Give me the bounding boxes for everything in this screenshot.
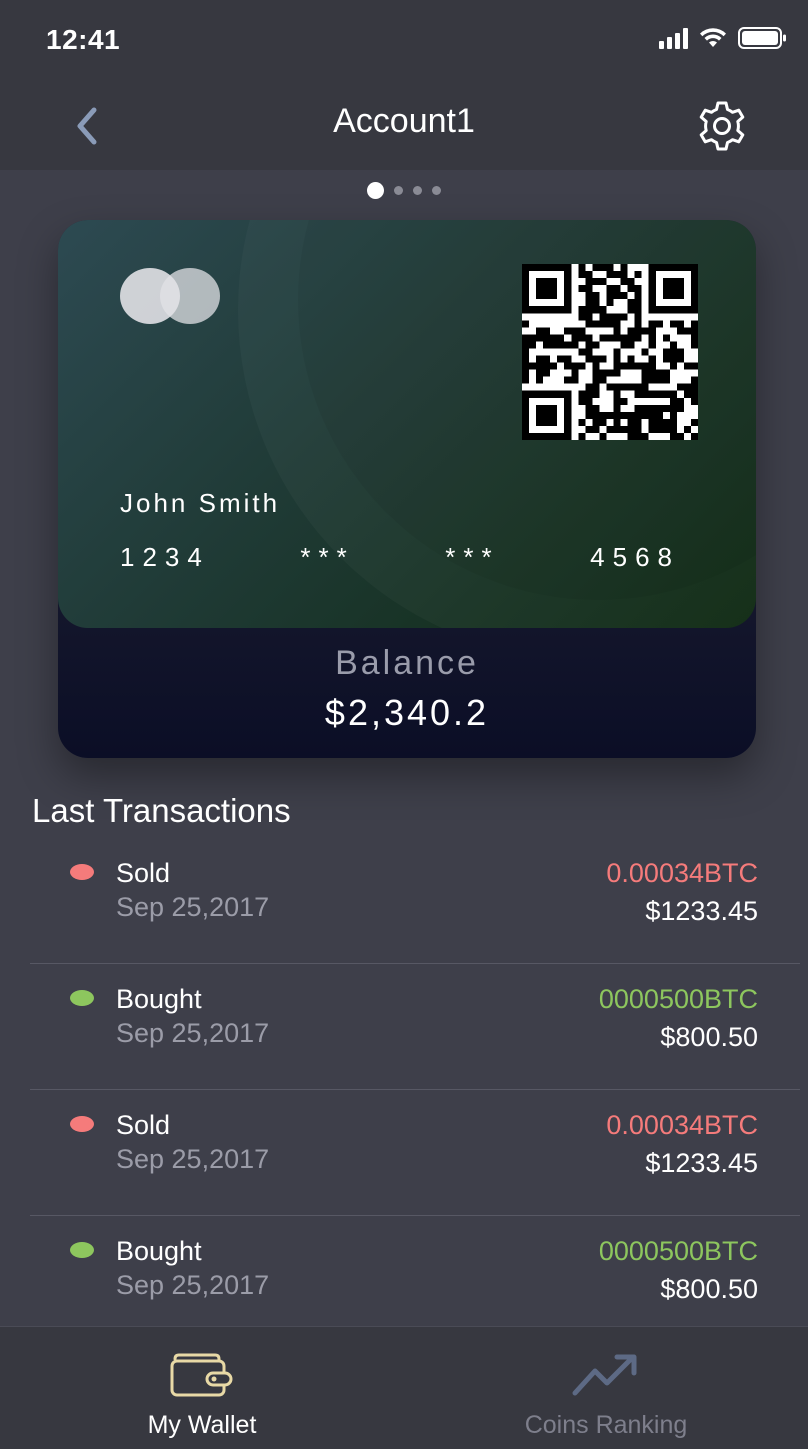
- battery-icon: [738, 27, 786, 49]
- trending-up-icon: [572, 1354, 637, 1396]
- card-brand-logo: [120, 268, 220, 324]
- transaction-row[interactable]: Sold Sep 25,2017 0.00034BTC $1233.45: [30, 838, 800, 964]
- card-holder-name: John Smith: [120, 488, 281, 518]
- tab-label: My Wallet: [147, 1411, 257, 1439]
- transaction-type: Sold: [116, 858, 171, 888]
- status-time: 12:41: [46, 24, 121, 55]
- transaction-date: Sep 25,2017: [116, 892, 270, 922]
- wifi-icon: [700, 28, 726, 47]
- page-dot[interactable]: [413, 186, 422, 195]
- transaction-date: Sep 25,2017: [116, 1018, 270, 1048]
- wallet-card[interactable]: John Smith 1234 *** *** 4568 Balance $2,…: [58, 220, 756, 758]
- transaction-date: Sep 25,2017: [116, 1144, 270, 1174]
- card-number: 1234 *** *** 4568: [120, 542, 680, 573]
- page-title: Account1: [333, 102, 475, 140]
- status-bar: 12:41: [0, 0, 808, 84]
- transaction-type: Bought: [116, 1236, 202, 1266]
- card-number-group: ***: [445, 542, 500, 572]
- transaction-usd-amount: $800.50: [660, 1022, 758, 1052]
- transaction-list: Sold Sep 25,2017 0.00034BTC $1233.45 Bou…: [30, 838, 800, 1341]
- gear-icon: [699, 101, 745, 151]
- status-icons: [659, 26, 788, 50]
- page-dot[interactable]: [394, 186, 403, 195]
- status-dot: [70, 1116, 94, 1132]
- tab-bar: My Wallet Coins Ranking: [0, 1326, 808, 1449]
- page-dot[interactable]: [432, 186, 441, 195]
- qr-code[interactable]: [522, 264, 698, 440]
- transaction-date: Sep 25,2017: [116, 1270, 270, 1300]
- transaction-btc-amount: 0000500BTC: [598, 1236, 758, 1266]
- tab-label: Coins Ranking: [524, 1411, 688, 1439]
- nav-bar: Account1: [0, 84, 808, 170]
- transaction-row[interactable]: Sold Sep 25,2017 0.00034BTC $1233.45: [30, 1090, 800, 1216]
- wallet-icon: [170, 1353, 233, 1397]
- status-dot: [70, 990, 94, 1006]
- card-face: John Smith 1234 *** *** 4568: [58, 220, 756, 628]
- transaction-row[interactable]: Bought Sep 25,2017 0000500BTC $800.50: [30, 1216, 800, 1341]
- cellular-signal-icon: [659, 27, 688, 49]
- transaction-type: Bought: [116, 984, 202, 1014]
- transaction-usd-amount: $800.50: [660, 1274, 758, 1304]
- balance-label: Balance: [335, 644, 479, 682]
- transaction-usd-amount: $1233.45: [645, 1148, 758, 1178]
- card-number-group: 4568: [590, 542, 680, 572]
- transaction-btc-amount: 0000500BTC: [598, 984, 758, 1014]
- page-dot-active[interactable]: [367, 182, 384, 199]
- transaction-type: Sold: [116, 1110, 171, 1140]
- status-dot: [70, 864, 94, 880]
- transaction-btc-amount: 0.00034BTC: [606, 858, 758, 888]
- balance-value: $2,340.2: [324, 692, 490, 733]
- transaction-usd-amount: $1233.45: [645, 896, 758, 926]
- tab-coins-ranking[interactable]: Coins Ranking: [404, 1327, 808, 1449]
- card-number-group: 1234: [120, 542, 210, 572]
- tab-my-wallet[interactable]: My Wallet: [0, 1327, 404, 1449]
- transaction-btc-amount: 0.00034BTC: [606, 1110, 758, 1140]
- card-number-group: ***: [300, 542, 355, 572]
- section-title: Last Transactions: [32, 792, 291, 829]
- transaction-row[interactable]: Bought Sep 25,2017 0000500BTC $800.50: [30, 964, 800, 1090]
- page-indicator[interactable]: [0, 182, 808, 199]
- status-dot: [70, 1242, 94, 1258]
- settings-button[interactable]: [692, 96, 752, 156]
